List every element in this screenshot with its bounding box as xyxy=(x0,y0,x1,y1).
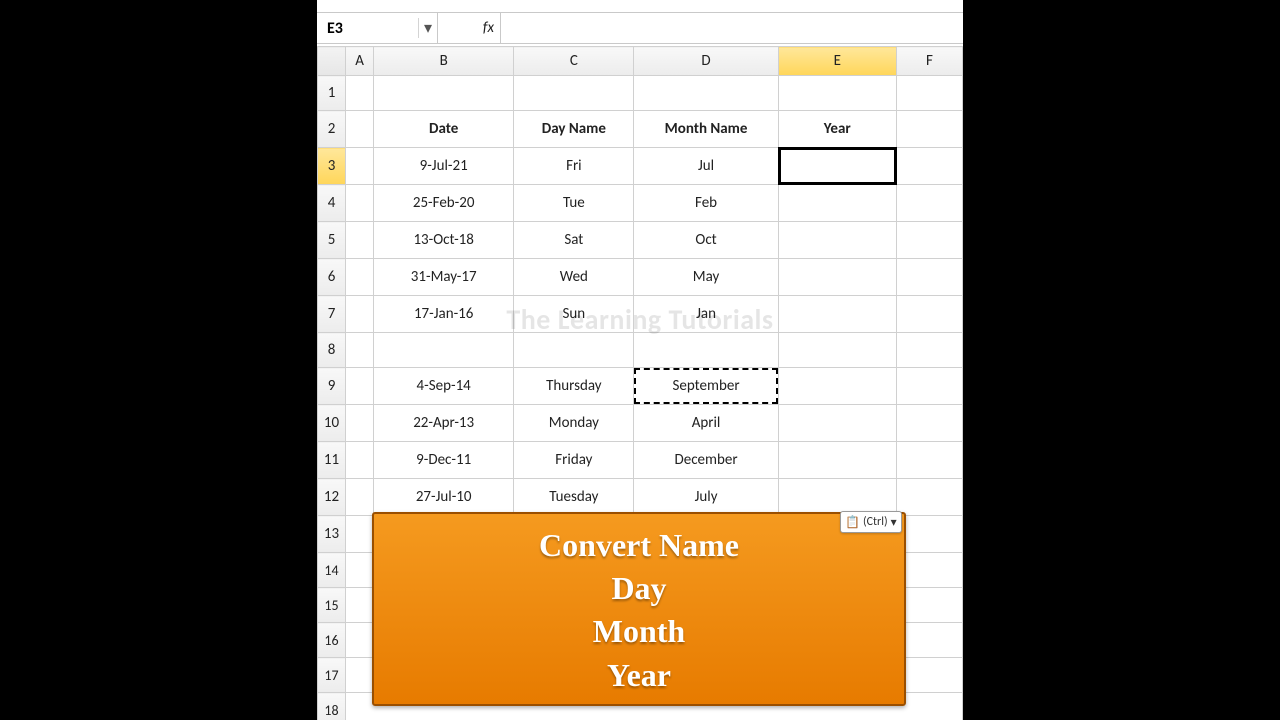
cell-D6[interactable]: May xyxy=(634,259,778,296)
name-box[interactable]: E3 ▾ xyxy=(317,13,438,43)
row-header-14[interactable]: 14 xyxy=(318,553,346,588)
col-header-A[interactable]: A xyxy=(346,47,374,76)
row-header-16[interactable]: 16 xyxy=(318,623,346,658)
formula-bar: E3 ▾ fx xyxy=(317,12,963,44)
banner-line-1: Convert Name xyxy=(374,524,904,567)
cell-E10[interactable] xyxy=(778,405,896,442)
cell-B9[interactable]: 4-Sep-14 xyxy=(374,368,514,405)
col-header-C[interactable]: C xyxy=(514,47,634,76)
cell-D4[interactable]: Feb xyxy=(634,185,778,222)
row-header-12[interactable]: 12 xyxy=(318,479,346,516)
cell-C3[interactable]: Fri xyxy=(514,148,634,185)
row-header-2[interactable]: 2 xyxy=(318,111,346,148)
cell-C6[interactable]: Wed xyxy=(514,259,634,296)
cell-E12[interactable] xyxy=(778,479,896,516)
row-header-15[interactable]: 15 xyxy=(318,588,346,623)
formula-input[interactable] xyxy=(501,13,963,43)
cell-E9[interactable] xyxy=(778,368,896,405)
row-header-1[interactable]: 1 xyxy=(318,76,346,111)
paste-options-smart-tag[interactable]: 📋 (Ctrl) ▾ xyxy=(840,511,902,533)
row-header-6[interactable]: 6 xyxy=(318,259,346,296)
row-header-3[interactable]: 3 xyxy=(318,148,346,185)
header-month-name[interactable]: Month Name xyxy=(634,111,778,148)
cell-B6[interactable]: 31-May-17 xyxy=(374,259,514,296)
row-header-5[interactable]: 5 xyxy=(318,222,346,259)
row-header-17[interactable]: 17 xyxy=(318,658,346,693)
clipboard-icon: 📋 xyxy=(845,515,860,530)
cell-E5[interactable] xyxy=(778,222,896,259)
col-header-D[interactable]: D xyxy=(634,47,778,76)
row-header-7[interactable]: 7 xyxy=(318,296,346,333)
row-header-11[interactable]: 11 xyxy=(318,442,346,479)
cell-B10[interactable]: 22-Apr-13 xyxy=(374,405,514,442)
cell-C4[interactable]: Tue xyxy=(514,185,634,222)
cell-D10[interactable]: April xyxy=(634,405,778,442)
cell-B3[interactable]: 9-Jul-21 xyxy=(374,148,514,185)
title-banner: Convert Name Day Month Year xyxy=(372,512,906,706)
header-year[interactable]: Year xyxy=(778,111,896,148)
header-date[interactable]: Date xyxy=(374,111,514,148)
cell-B7[interactable]: 17-Jan-16 xyxy=(374,296,514,333)
cell-C12[interactable]: Tuesday xyxy=(514,479,634,516)
cell-E4[interactable] xyxy=(778,185,896,222)
banner-line-4: Year xyxy=(374,654,904,697)
cell-E7[interactable] xyxy=(778,296,896,333)
cell-C7[interactable]: Sun xyxy=(514,296,634,333)
col-header-F[interactable]: F xyxy=(896,47,962,76)
fx-icon: fx xyxy=(483,19,494,37)
cell-B5[interactable]: 13-Oct-18 xyxy=(374,222,514,259)
row-header-10[interactable]: 10 xyxy=(318,405,346,442)
cell-C9[interactable]: Thursday xyxy=(514,368,634,405)
cell-E3[interactable] xyxy=(778,148,896,185)
row-header-4[interactable]: 4 xyxy=(318,185,346,222)
cell-B11[interactable]: 9-Dec-11 xyxy=(374,442,514,479)
cell-C11[interactable]: Friday xyxy=(514,442,634,479)
cell-C10[interactable]: Monday xyxy=(514,405,634,442)
banner-line-2: Day xyxy=(374,567,904,610)
select-all-corner[interactable] xyxy=(318,47,346,76)
col-header-B[interactable]: B xyxy=(374,47,514,76)
cell-E6[interactable] xyxy=(778,259,896,296)
row-header-18[interactable]: 18 xyxy=(318,693,346,720)
cell-D7[interactable]: Jan xyxy=(634,296,778,333)
name-box-dropdown-icon[interactable]: ▾ xyxy=(418,18,437,38)
smart-tag-label: (Ctrl) xyxy=(863,515,888,529)
cell-D3[interactable]: Jul xyxy=(634,148,778,185)
cell-B12[interactable]: 27-Jul-10 xyxy=(374,479,514,516)
cell-D5[interactable]: Oct xyxy=(634,222,778,259)
name-box-value: E3 xyxy=(317,19,418,38)
cell-D9[interactable]: September xyxy=(634,368,778,405)
banner-line-3: Month xyxy=(374,610,904,653)
header-day-name[interactable]: Day Name xyxy=(514,111,634,148)
fx-button[interactable]: fx xyxy=(438,13,501,43)
cell-C5[interactable]: Sat xyxy=(514,222,634,259)
row-header-8[interactable]: 8 xyxy=(318,333,346,368)
cell-B4[interactable]: 25-Feb-20 xyxy=(374,185,514,222)
cell-D11[interactable]: December xyxy=(634,442,778,479)
cell-E11[interactable] xyxy=(778,442,896,479)
cell-D12[interactable]: July xyxy=(634,479,778,516)
col-header-E[interactable]: E xyxy=(778,47,896,76)
row-header-9[interactable]: 9 xyxy=(318,368,346,405)
chevron-down-icon: ▾ xyxy=(891,515,897,530)
row-header-13[interactable]: 13 xyxy=(318,516,346,553)
